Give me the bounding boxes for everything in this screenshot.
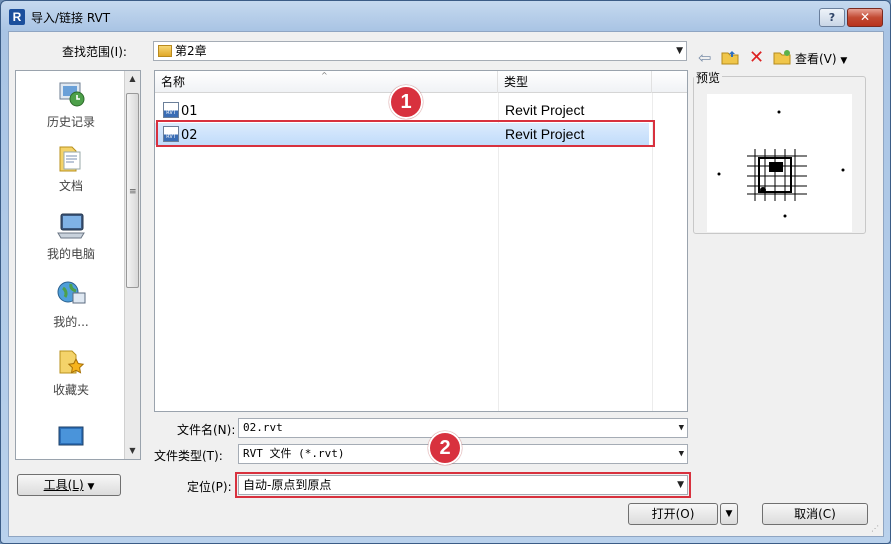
callout-badge-2: 2 (428, 431, 462, 465)
filetype-label: 文件类型(T): (154, 449, 223, 463)
rvt-file-icon (163, 102, 179, 118)
chevron-down-icon: ▼ (676, 46, 683, 56)
back-icon[interactable]: ⇦ (698, 49, 711, 67)
view-menu[interactable]: 查看(V) ▼ (795, 50, 847, 67)
lookin-combo[interactable]: 第2章 ▼ (153, 41, 687, 61)
place-label: 历史记录 (46, 115, 95, 129)
chevron-down-icon: ▼ (677, 480, 684, 490)
places-bar: 历史记录 文档 我的电脑 我的... 收藏夹 ▲ ≡ ▼ (15, 70, 141, 460)
place-label: 我的电脑 (46, 247, 95, 261)
file-row-selected[interactable]: 02 Revit Project (155, 123, 649, 145)
preview-label: 预览 (694, 69, 723, 86)
desktop-icon (55, 423, 87, 453)
place-label: 文档 (58, 179, 83, 193)
position-combo[interactable]: 自动-原点到原点 ▼ (238, 475, 688, 495)
column-divider (652, 93, 653, 411)
open-button[interactable]: 打开(O) (628, 503, 718, 525)
documents-icon (55, 143, 87, 173)
computer-icon (55, 211, 87, 241)
favorites-icon (55, 347, 87, 377)
window-title: 导入/链接 RVT (31, 11, 111, 25)
place-favorites[interactable]: 收藏夹 (16, 347, 126, 398)
filetype-value: RVT 文件 (*.rvt) (243, 447, 345, 460)
place-label: 收藏夹 (52, 383, 89, 397)
close-button[interactable]: ✕ (847, 8, 883, 27)
chevron-down-icon: ▼ (678, 423, 684, 433)
preview-image (707, 94, 852, 232)
up-folder-icon[interactable] (721, 49, 739, 69)
revit-app-icon: R (9, 9, 25, 25)
file-list[interactable]: 名称 ^ 类型 01 Revit Project 02 Revit Projec… (154, 70, 688, 412)
place-desktop[interactable] (16, 423, 126, 457)
column-header-name[interactable]: 名称 ^ (155, 71, 498, 93)
place-network[interactable]: 我的... (16, 279, 126, 330)
cancel-button[interactable]: 取消(C) (762, 503, 868, 525)
tools-button[interactable]: 工具(L) ▼ (17, 474, 121, 496)
filename-value: 02.rvt (243, 421, 283, 434)
grip-icon: ≡ (129, 187, 137, 197)
file-type: Revit Project (505, 126, 585, 142)
scroll-up-icon[interactable]: ▲ (125, 71, 140, 87)
list-header: 名称 ^ 类型 (155, 71, 687, 93)
callout-badge-1: 1 (389, 85, 423, 119)
folder-icon (158, 45, 172, 57)
place-label: 我的... (53, 315, 89, 329)
sort-up-icon: ^ (321, 71, 328, 80)
chevron-down-icon: ▼ (840, 56, 848, 66)
places-scrollbar[interactable]: ▲ ≡ ▼ (124, 71, 140, 459)
help-button[interactable]: ? (819, 8, 845, 27)
resize-grip-icon[interactable]: ⋰ (871, 524, 881, 534)
title-bar[interactable]: R 导入/链接 RVT ? ✕ (1, 1, 890, 31)
place-history[interactable]: 历史记录 (16, 79, 126, 130)
delete-icon[interactable]: ✕ (749, 49, 764, 67)
place-documents[interactable]: 文档 (16, 143, 126, 194)
new-folder-icon[interactable] (773, 49, 791, 69)
file-type: Revit Project (505, 102, 585, 118)
filename-label: 文件名(N): (177, 423, 236, 437)
scroll-down-icon[interactable]: ▼ (125, 443, 140, 459)
position-label: 定位(P): (187, 480, 232, 494)
column-header-type[interactable]: 类型 (498, 71, 652, 93)
history-icon (55, 79, 87, 109)
filetype-combo[interactable]: RVT 文件 (*.rvt) ▼ (238, 444, 688, 464)
position-value: 自动-原点到原点 (243, 478, 332, 492)
chevron-down-icon: ▼ (725, 509, 733, 519)
place-my-computer[interactable]: 我的电脑 (16, 211, 126, 262)
chevron-down-icon: ▼ (678, 449, 684, 459)
network-icon (55, 279, 87, 309)
lookin-value: 第2章 (175, 44, 207, 58)
filename-combo[interactable]: 02.rvt ▼ (238, 418, 688, 438)
open-dropdown-button[interactable]: ▼ (720, 503, 738, 525)
import-link-rvt-dialog: R 导入/链接 RVT ? ✕ 查找范围(I): 第2章 ▼ ⇦ ✕ 查看(V)… (0, 0, 891, 544)
rvt-file-icon (163, 126, 179, 142)
chevron-down-icon: ▼ (87, 482, 95, 492)
lookin-label: 查找范围(I): (62, 45, 127, 59)
